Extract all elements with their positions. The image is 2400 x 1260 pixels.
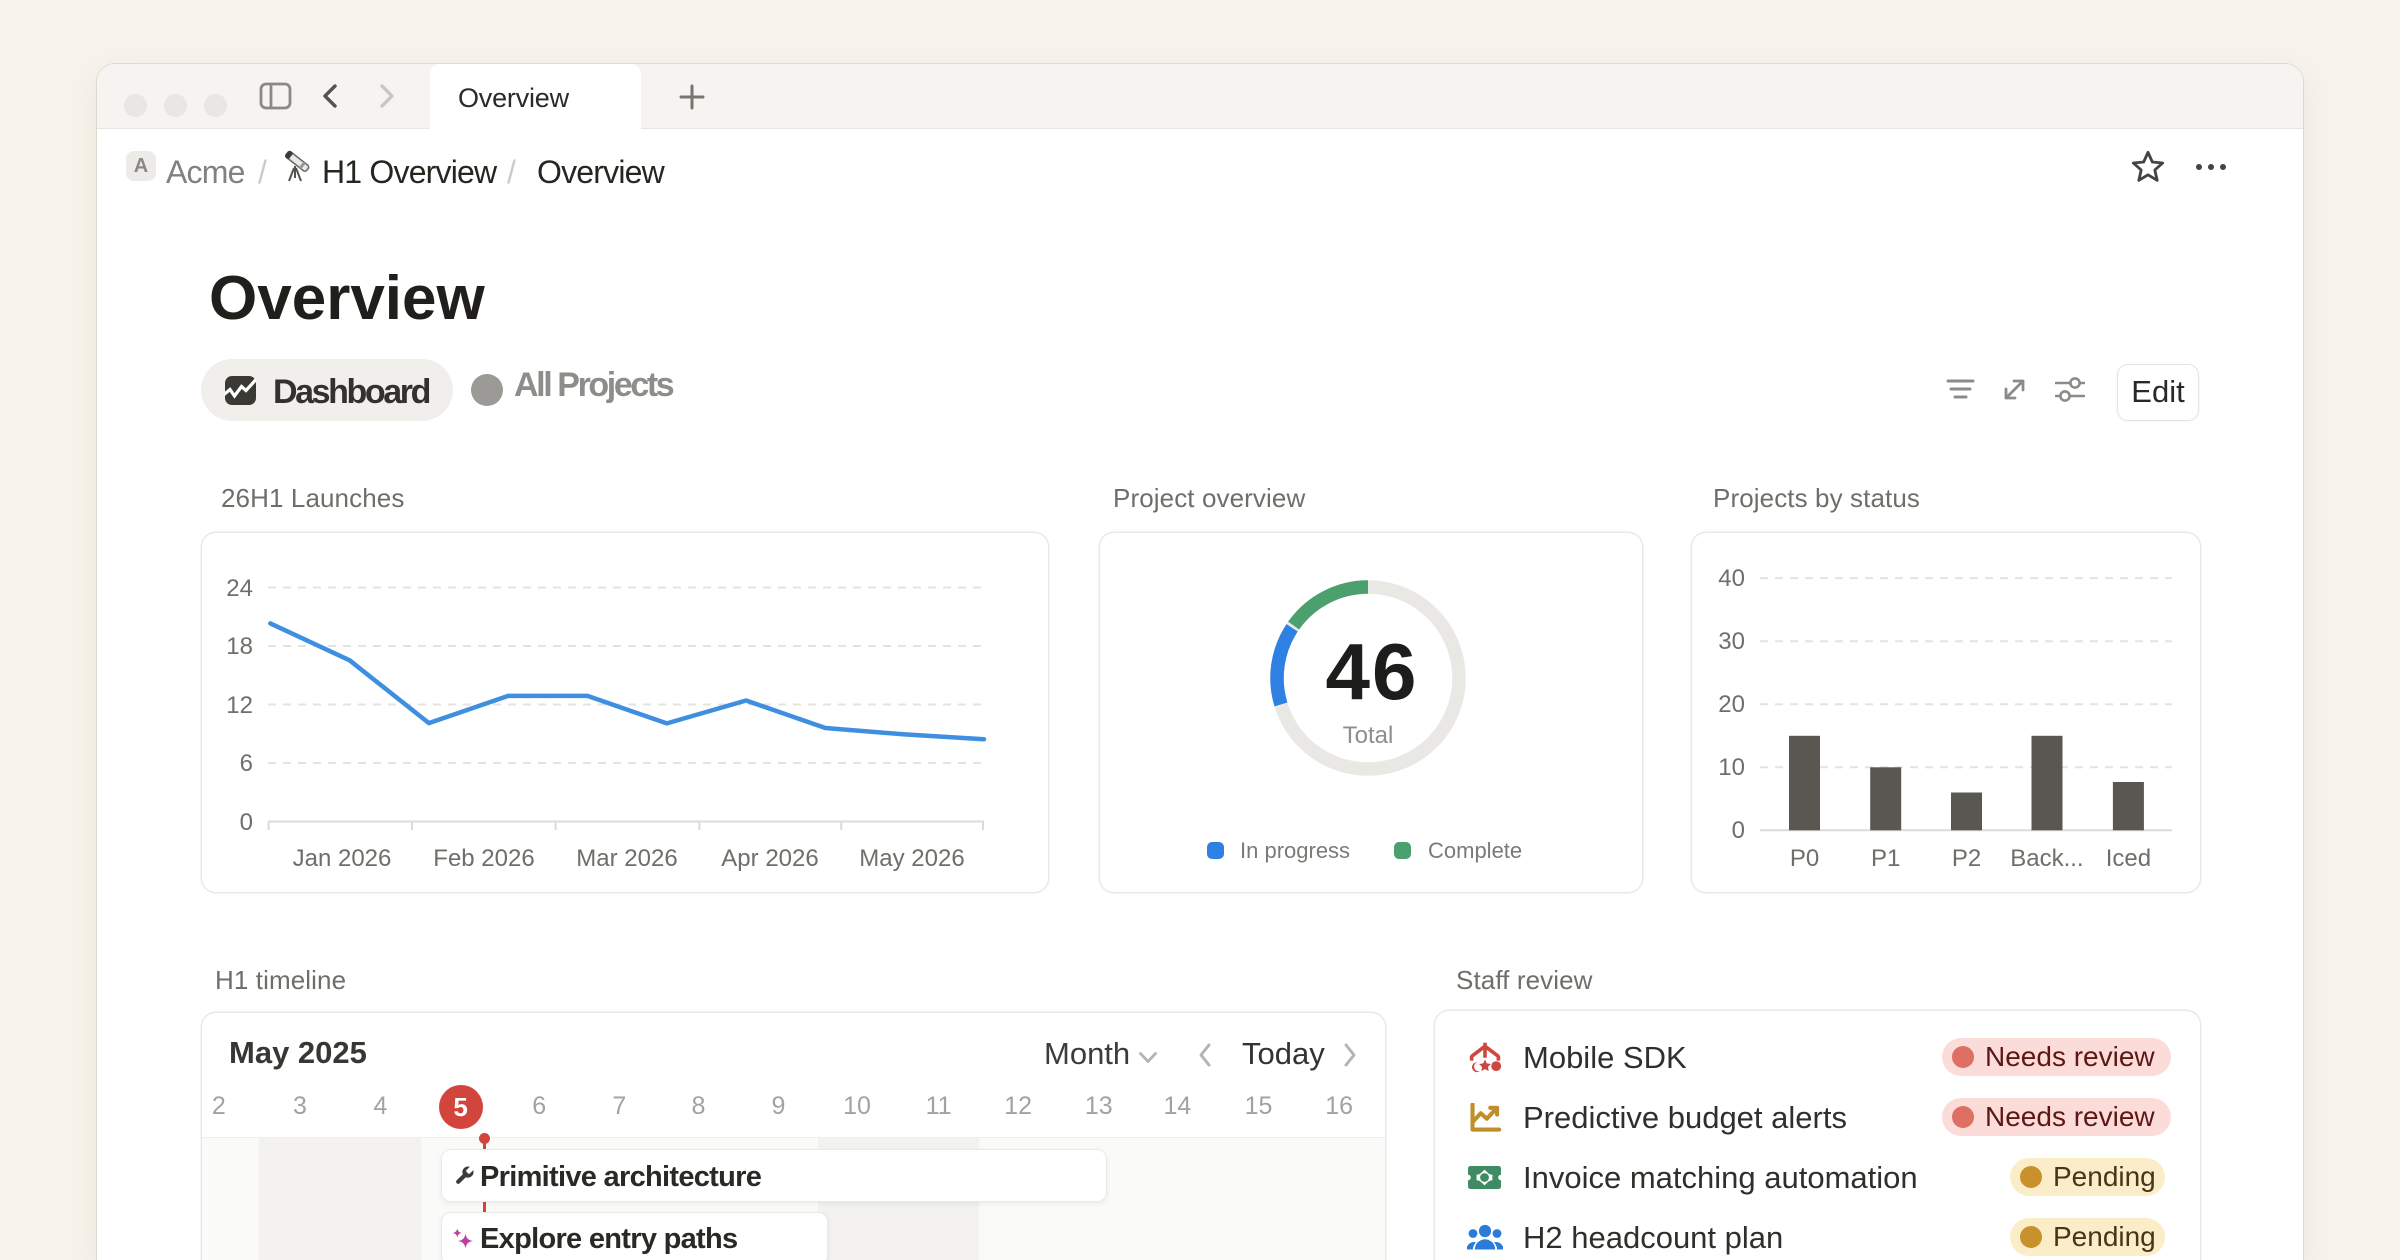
svg-text:P2: P2 xyxy=(1952,845,1981,872)
svg-text:0: 0 xyxy=(1732,817,1745,844)
svg-text:Feb 2026: Feb 2026 xyxy=(433,845,534,872)
svg-text:46: 46 xyxy=(1326,627,1419,716)
svg-text:18: 18 xyxy=(226,633,253,660)
svg-text:Jan 2026: Jan 2026 xyxy=(293,845,392,872)
svg-text:30: 30 xyxy=(1718,628,1745,655)
svg-text:Back...: Back... xyxy=(2010,845,2083,872)
svg-text:20: 20 xyxy=(1718,691,1745,718)
svg-text:In progress: In progress xyxy=(1240,838,1350,863)
svg-text:24: 24 xyxy=(226,575,253,602)
svg-text:Apr 2026: Apr 2026 xyxy=(721,845,818,872)
svg-text:Total: Total xyxy=(1343,722,1394,749)
svg-text:P0: P0 xyxy=(1790,845,1819,872)
svg-text:P1: P1 xyxy=(1871,845,1900,872)
svg-text:May 2026: May 2026 xyxy=(859,845,964,872)
svg-text:12: 12 xyxy=(226,692,253,719)
svg-text:6: 6 xyxy=(240,750,253,777)
svg-text:10: 10 xyxy=(1718,754,1745,781)
svg-text:40: 40 xyxy=(1718,565,1745,592)
svg-text:0: 0 xyxy=(240,809,253,836)
svg-text:Iced: Iced xyxy=(2106,845,2151,872)
svg-text:Complete: Complete xyxy=(1428,838,1522,863)
svg-text:Mar 2026: Mar 2026 xyxy=(576,845,677,872)
